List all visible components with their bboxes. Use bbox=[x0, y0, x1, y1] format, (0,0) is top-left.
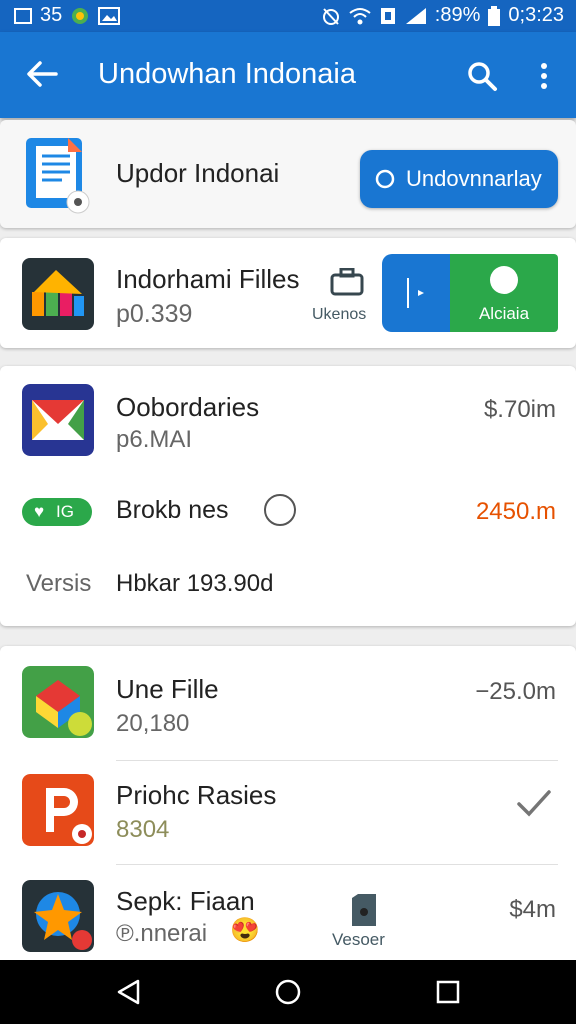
list-item[interactable]: Sepk: Fiaan ℗.nnerai 😍 Vesoer $4m bbox=[0, 864, 576, 964]
files-app-icon bbox=[22, 258, 94, 330]
battery-percent: :89% bbox=[434, 4, 481, 26]
signal-icon bbox=[405, 7, 426, 24]
page-title: Undowhan Indonaia bbox=[98, 58, 356, 90]
list-item-mid-label: Vesoer bbox=[332, 930, 385, 949]
badge-text: IG bbox=[56, 502, 74, 521]
files-size: p0.339 bbox=[116, 300, 193, 328]
app-list-card: Une Fille 20,180 −25.0m Priohc Rasies 83… bbox=[0, 646, 576, 966]
badge-heart-icon: ♥ bbox=[34, 502, 45, 521]
nav-home-icon[interactable] bbox=[274, 978, 302, 1006]
list-item-price: −25.0m bbox=[475, 678, 556, 705]
top-item-name: Updor Indonai bbox=[116, 158, 280, 188]
list-item-size: ℗.nnerai bbox=[116, 920, 208, 947]
game-app-icon bbox=[22, 880, 94, 952]
files-play-button[interactable] bbox=[382, 254, 450, 332]
status-time: 0;3:23 bbox=[508, 4, 564, 26]
list-item-name: Une Fille bbox=[116, 674, 219, 704]
more-vert-icon[interactable] bbox=[532, 60, 556, 92]
back-arrow-icon[interactable] bbox=[22, 54, 62, 94]
top-item-action-button[interactable]: Undovnnarlay bbox=[360, 150, 558, 208]
badge-row-text: Brokb nes bbox=[116, 496, 229, 524]
navigation-bar bbox=[0, 960, 576, 1024]
group-item-size: p6.MAI bbox=[116, 426, 193, 453]
badge-row-price: 2450.m bbox=[475, 498, 556, 525]
files-small-label: Ukenos bbox=[312, 306, 367, 323]
version-value: Hbkar 193.90d bbox=[116, 570, 274, 597]
radio-button[interactable] bbox=[262, 492, 298, 528]
group-card: Oobordaries p6.MAI $.70im ♥ IG Brokb nes… bbox=[0, 366, 576, 626]
list-item-name: Sepk: Fiaan bbox=[116, 886, 255, 916]
presentation-app-icon bbox=[22, 774, 94, 846]
gmail-app-icon bbox=[22, 384, 94, 456]
nav-recents-icon[interactable] bbox=[434, 978, 462, 1006]
notification-icon bbox=[14, 7, 32, 24]
list-item[interactable]: Priohc Rasies 8304 bbox=[0, 760, 576, 864]
group-item-price: $.70im bbox=[483, 396, 556, 423]
check-icon bbox=[517, 790, 551, 817]
play-icon bbox=[407, 278, 424, 308]
emoji-icon: 😍 bbox=[230, 917, 260, 944]
document-app-icon bbox=[26, 138, 90, 214]
files-card[interactable]: Indorhami Filles p0.339 Ukenos Alciaia bbox=[0, 238, 576, 348]
status-badge: ♥ IG bbox=[22, 498, 92, 526]
briefcase-icon[interactable] bbox=[330, 268, 364, 296]
status-left-text: 35 bbox=[40, 4, 63, 26]
files-green-app-icon bbox=[22, 666, 94, 738]
files-name: Indorhami Filles bbox=[116, 264, 300, 294]
search-icon[interactable] bbox=[466, 60, 498, 92]
files-green-action[interactable]: Alciaia bbox=[450, 254, 558, 332]
circle-fill-icon bbox=[490, 266, 518, 294]
image-icon bbox=[98, 6, 121, 25]
list-item-size: 20,180 bbox=[116, 710, 190, 737]
app-bar: Undowhan Indonaia bbox=[0, 32, 576, 118]
version-label: Versis bbox=[26, 570, 92, 597]
nav-back-icon[interactable] bbox=[114, 978, 142, 1006]
list-item-name: Priohc Rasies bbox=[116, 780, 277, 810]
files-action-label: Alciaia bbox=[478, 304, 530, 323]
battery-icon bbox=[488, 5, 501, 26]
vibrate-icon bbox=[380, 7, 395, 24]
list-item[interactable]: Une Fille 20,180 −25.0m bbox=[0, 646, 576, 756]
alarm-off-icon bbox=[322, 7, 339, 25]
top-item-action-label: Undovnnarlay bbox=[406, 166, 542, 191]
group-item-name: Oobordaries bbox=[116, 392, 260, 422]
list-item-price: $4m bbox=[509, 896, 556, 923]
status-bar: 35 :89% 0;3:23 bbox=[0, 0, 576, 32]
app-notification-icon bbox=[72, 7, 89, 24]
sd-card-icon[interactable] bbox=[350, 894, 378, 926]
list-item-size: 8304 bbox=[116, 816, 170, 843]
circle-icon bbox=[375, 169, 395, 189]
wifi-icon bbox=[349, 7, 371, 24]
top-item-card[interactable]: Updor Indonai Undovnnarlay bbox=[0, 120, 576, 228]
